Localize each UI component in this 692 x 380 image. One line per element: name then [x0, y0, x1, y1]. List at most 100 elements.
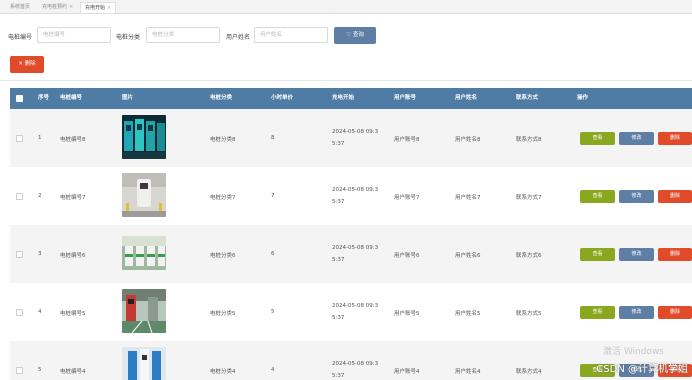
search-bar: 电桩编号 电桩分类 用户姓名 ♡ 查询	[0, 27, 692, 45]
tab-bar: 系统首页 充电桩预约 × 充电开始 ×	[0, 0, 692, 14]
row-checkbox[interactable]	[16, 193, 23, 200]
table-row: 1 电桩编号8 电桩分类8 8 2024-05-08 09:3 5:37 用户账…	[10, 109, 692, 167]
cell-start-date: 2024-05-08 09:3	[332, 187, 379, 193]
pile-code-input[interactable]	[37, 27, 111, 43]
edit-button[interactable]: 修改	[619, 306, 654, 319]
row-checkbox[interactable]	[16, 135, 23, 142]
edit-button[interactable]: 修改	[619, 190, 654, 203]
col-no: 序号	[38, 95, 50, 101]
cell-contact: 联系方式8	[516, 137, 542, 143]
col-category: 电桩分类	[210, 95, 233, 101]
search-button[interactable]: ♡ 查询	[334, 27, 376, 44]
table-row: 3 电桩编号6 电桩分类6 6 2024-05-08 09:3 5:37 用户账…	[10, 225, 692, 283]
cell-no: 3	[38, 251, 42, 257]
cell-no: 4	[38, 309, 42, 315]
charging-pile-image[interactable]	[122, 236, 166, 270]
col-image: 图片	[122, 95, 134, 101]
tab-home[interactable]: 系统首页	[6, 2, 34, 12]
divider	[0, 80, 692, 81]
delete-button[interactable]: 删除	[658, 248, 692, 261]
cell-start-date: 2024-05-08 09:3	[332, 129, 379, 135]
label-pile-category: 电桩分类	[116, 34, 141, 41]
cell-user-name: 用户姓名5	[455, 311, 481, 317]
csdn-watermark: CSDN @计算机学姐	[596, 364, 688, 375]
view-button[interactable]: 查看	[580, 132, 615, 145]
charging-pile-image[interactable]	[122, 173, 166, 217]
label-pile-code: 电桩编号	[8, 34, 33, 41]
col-hourly-price: 小时单价	[271, 95, 294, 101]
cell-category: 电桩分类8	[210, 137, 236, 143]
pile-category-input[interactable]	[146, 27, 220, 43]
cell-start-time: 5:37	[332, 257, 345, 263]
cell-pile-code: 电桩编号5	[60, 311, 86, 317]
cell-pile-code: 电桩编号8	[60, 137, 86, 143]
cell-no: 2	[38, 193, 42, 199]
close-icon[interactable]: ×	[107, 5, 111, 11]
col-actions: 操作	[577, 95, 589, 101]
charging-pile-image[interactable]	[122, 347, 166, 380]
windows-activation-watermark: 激活 Windows	[602, 347, 664, 357]
close-icon[interactable]: ×	[69, 4, 73, 10]
cell-price: 5	[271, 309, 275, 315]
cell-start-date: 2024-05-08 09:3	[332, 303, 379, 309]
charging-pile-image[interactable]	[122, 289, 166, 333]
cell-pile-code: 电桩编号7	[60, 195, 86, 201]
cell-account: 用户账号5	[394, 311, 420, 317]
view-button[interactable]: 查看	[580, 306, 615, 319]
cell-pile-code: 电桩编号4	[60, 369, 86, 375]
cell-category: 电桩分类5	[210, 311, 236, 317]
view-button[interactable]: 查看	[580, 248, 615, 261]
cell-start-time: 5:37	[332, 141, 345, 147]
cell-user-name: 用户姓名6	[455, 253, 481, 259]
cell-start-time: 5:37	[332, 199, 345, 205]
cell-start-date: 2024-05-08 09:3	[332, 245, 379, 251]
cell-account: 用户账号4	[394, 369, 420, 375]
delete-button[interactable]: 删除	[658, 132, 692, 145]
cell-contact: 联系方式4	[516, 369, 542, 375]
col-user-name: 用户姓名	[455, 95, 478, 101]
col-charge-start: 充电开始	[332, 95, 355, 101]
edit-button[interactable]: 修改	[619, 248, 654, 261]
label-user-name: 用户姓名	[226, 34, 251, 41]
tab-charging-reservation[interactable]: 充电桩预约 ×	[38, 2, 77, 12]
tab-label: 充电开始	[85, 5, 106, 11]
cell-start-time: 5:37	[332, 315, 345, 321]
row-checkbox[interactable]	[16, 367, 23, 374]
table-header: 序号 电桩编号 图片 电桩分类 小时单价 充电开始 用户账号 用户姓名 联系方式…	[10, 88, 692, 109]
col-user-account: 用户账号	[394, 95, 417, 101]
cell-price: 8	[271, 135, 275, 141]
cell-contact: 联系方式7	[516, 195, 542, 201]
cell-contact: 联系方式6	[516, 253, 542, 259]
cell-no: 5	[38, 367, 42, 373]
col-contact: 联系方式	[516, 95, 539, 101]
charging-pile-image[interactable]	[122, 115, 166, 159]
col-pile-code: 电桩编号	[60, 95, 83, 101]
cell-price: 6	[271, 251, 275, 257]
row-checkbox[interactable]	[16, 309, 23, 316]
tab-charging-start[interactable]: 充电开始 ×	[80, 2, 117, 13]
cell-pile-code: 电桩编号6	[60, 253, 86, 259]
view-button[interactable]: 查看	[580, 190, 615, 203]
cell-category: 电桩分类7	[210, 195, 236, 201]
cell-account: 用户账号8	[394, 137, 420, 143]
cell-start-date: 2024-05-08 09:3	[332, 361, 379, 367]
edit-button[interactable]: 修改	[619, 132, 654, 145]
cell-start-time: 5:37	[332, 373, 345, 379]
table-row: 5 电桩编号4 电桩分类4 4 2024-05-08 09:3 5:37 用户账…	[10, 341, 692, 380]
user-name-input[interactable]	[254, 27, 328, 43]
cell-account: 用户账号6	[394, 253, 420, 259]
cell-contact: 联系方式5	[516, 311, 542, 317]
row-checkbox[interactable]	[16, 251, 23, 258]
delete-button[interactable]: 删除	[658, 306, 692, 319]
cell-price: 7	[271, 193, 275, 199]
cell-account: 用户账号7	[394, 195, 420, 201]
batch-delete-button[interactable]: ✕ 删除	[10, 56, 44, 73]
cell-price: 4	[271, 367, 275, 373]
delete-button[interactable]: 删除	[658, 190, 692, 203]
cell-user-name: 用户姓名4	[455, 369, 481, 375]
table-row: 4 电桩编号5 电桩分类5 5 2024-05-08 09:3 5:37 用户账…	[10, 283, 692, 341]
cell-no: 1	[38, 135, 42, 141]
cell-user-name: 用户姓名7	[455, 195, 481, 201]
select-all-checkbox[interactable]	[16, 95, 23, 102]
tab-label: 系统首页	[10, 4, 31, 10]
